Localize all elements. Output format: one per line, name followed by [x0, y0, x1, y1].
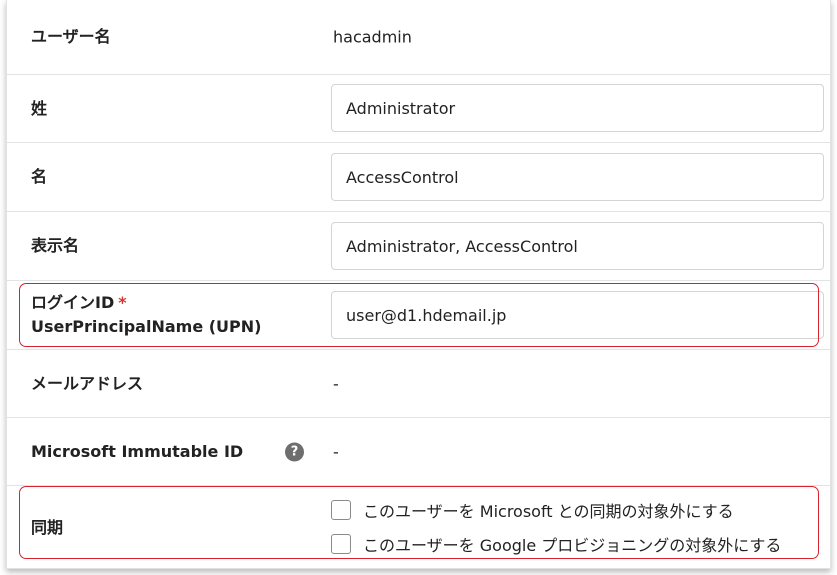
sync-label: 同期 [31, 517, 64, 537]
first-name-input[interactable] [331, 153, 824, 201]
exclude-google-provisioning-checkbox[interactable]: このユーザーを Google プロビジョニングの対象外にする [331, 532, 781, 556]
username-value: hacadmin [333, 27, 412, 47]
row-username: ユーザー名 hacadmin [7, 0, 832, 75]
username-label: ユーザー名 [31, 27, 111, 46]
display-name-label: 表示名 [31, 236, 80, 255]
login-id-sublabel: UserPrincipalName (UPN) [31, 317, 262, 336]
checkbox-box[interactable] [331, 500, 351, 520]
help-icon[interactable]: ? [285, 442, 304, 461]
row-immutable-id: Microsoft Immutable ID ? - [7, 418, 832, 486]
checkbox-box[interactable] [331, 534, 351, 554]
immutable-id-value: - [333, 442, 339, 461]
row-first-name: 名 [7, 143, 832, 212]
login-id-label-block: ログインID * UserPrincipalName (UPN) [31, 291, 261, 339]
login-id-label: ログインID [31, 293, 115, 312]
row-last-name: 姓 [7, 75, 832, 143]
email-label: メールアドレス [31, 373, 144, 393]
display-name-input[interactable] [331, 222, 824, 270]
last-name-label: 姓 [31, 98, 48, 118]
row-display-name: 表示名 [7, 212, 832, 281]
user-detail-form: ユーザー名 hacadmin 姓 名 表示名 ログインID* UserPrinc… [6, 0, 832, 569]
row-login-id: ログインID * UserPrincipalName (UPN) [7, 281, 832, 350]
row-email: メールアドレス - [7, 350, 832, 418]
login-id-input[interactable] [331, 291, 824, 339]
exclude-microsoft-sync-checkbox[interactable]: このユーザーを Microsoft との同期の対象外にする [331, 498, 734, 522]
exclude-google-provisioning-label: このユーザーを Google プロビジョニングの対象外にする [363, 536, 782, 555]
immutable-id-label: Microsoft Immutable ID [31, 441, 244, 461]
last-name-input[interactable] [331, 84, 824, 132]
required-mark: * [118, 293, 127, 312]
exclude-microsoft-sync-label: このユーザーを Microsoft との同期の対象外にする [363, 502, 734, 521]
email-value: - [333, 374, 339, 393]
first-name-label: 名 [31, 167, 48, 186]
row-sync: 同期 このユーザーを Microsoft との同期の対象外にする このユーザーを… [7, 486, 832, 569]
